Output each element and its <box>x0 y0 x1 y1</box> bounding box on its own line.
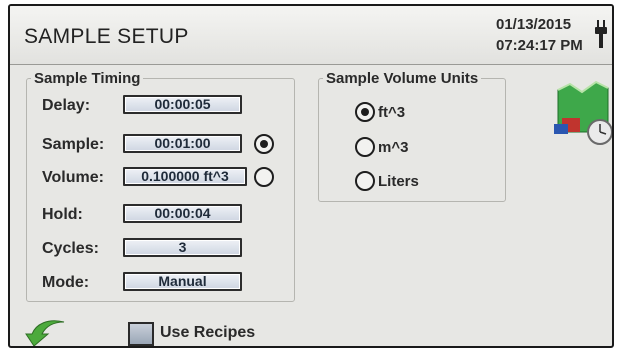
mode-field[interactable]: Manual <box>123 272 242 291</box>
delay-label: Delay: <box>42 97 91 114</box>
header-bar: SAMPLE SETUP 01/13/2015 07:24:17 PM <box>10 6 612 65</box>
volume-field[interactable]: 0.100000 ft^3 <box>123 167 247 186</box>
mode-label: Mode: <box>42 274 90 291</box>
power-plug-icon <box>595 20 607 48</box>
volume-units-legend: Sample Volume Units <box>326 70 479 87</box>
chart-clock-icon[interactable] <box>552 80 614 148</box>
time-text: 07:24:17 PM <box>496 37 583 54</box>
sample-mode-radio[interactable] <box>254 134 274 154</box>
page-title: SAMPLE SETUP <box>24 25 189 48</box>
device-screen: SAMPLE SETUP 01/13/2015 07:24:17 PM Samp… <box>8 4 614 348</box>
hold-label: Hold: <box>42 206 83 223</box>
sample-timing-legend: Sample Timing <box>34 70 141 87</box>
volume-mode-radio[interactable] <box>254 167 274 187</box>
sample-label: Sample: <box>42 136 105 153</box>
sample-field[interactable]: 00:01:00 <box>123 134 242 153</box>
delay-field[interactable]: 00:00:05 <box>123 95 242 114</box>
unit-liters-label: Liters <box>378 173 419 190</box>
datetime-display: 01/13/2015 07:24:17 PM <box>496 14 586 56</box>
cycles-label: Cycles: <box>42 240 99 257</box>
volume-label: Volume: <box>42 169 104 186</box>
date-text: 01/13/2015 <box>496 16 572 33</box>
use-recipes-label: Use Recipes <box>160 324 256 341</box>
unit-ft3-label: ft^3 <box>378 104 406 121</box>
unit-m3-label: m^3 <box>378 139 409 156</box>
hold-field[interactable]: 00:00:04 <box>123 204 242 223</box>
use-recipes-checkbox[interactable] <box>128 322 154 346</box>
back-arrow-icon[interactable] <box>24 318 66 348</box>
cycles-field[interactable]: 3 <box>123 238 242 257</box>
unit-ft3-radio[interactable] <box>355 102 375 122</box>
unit-m3-radio[interactable] <box>355 137 375 157</box>
unit-liters-radio[interactable] <box>355 171 375 191</box>
